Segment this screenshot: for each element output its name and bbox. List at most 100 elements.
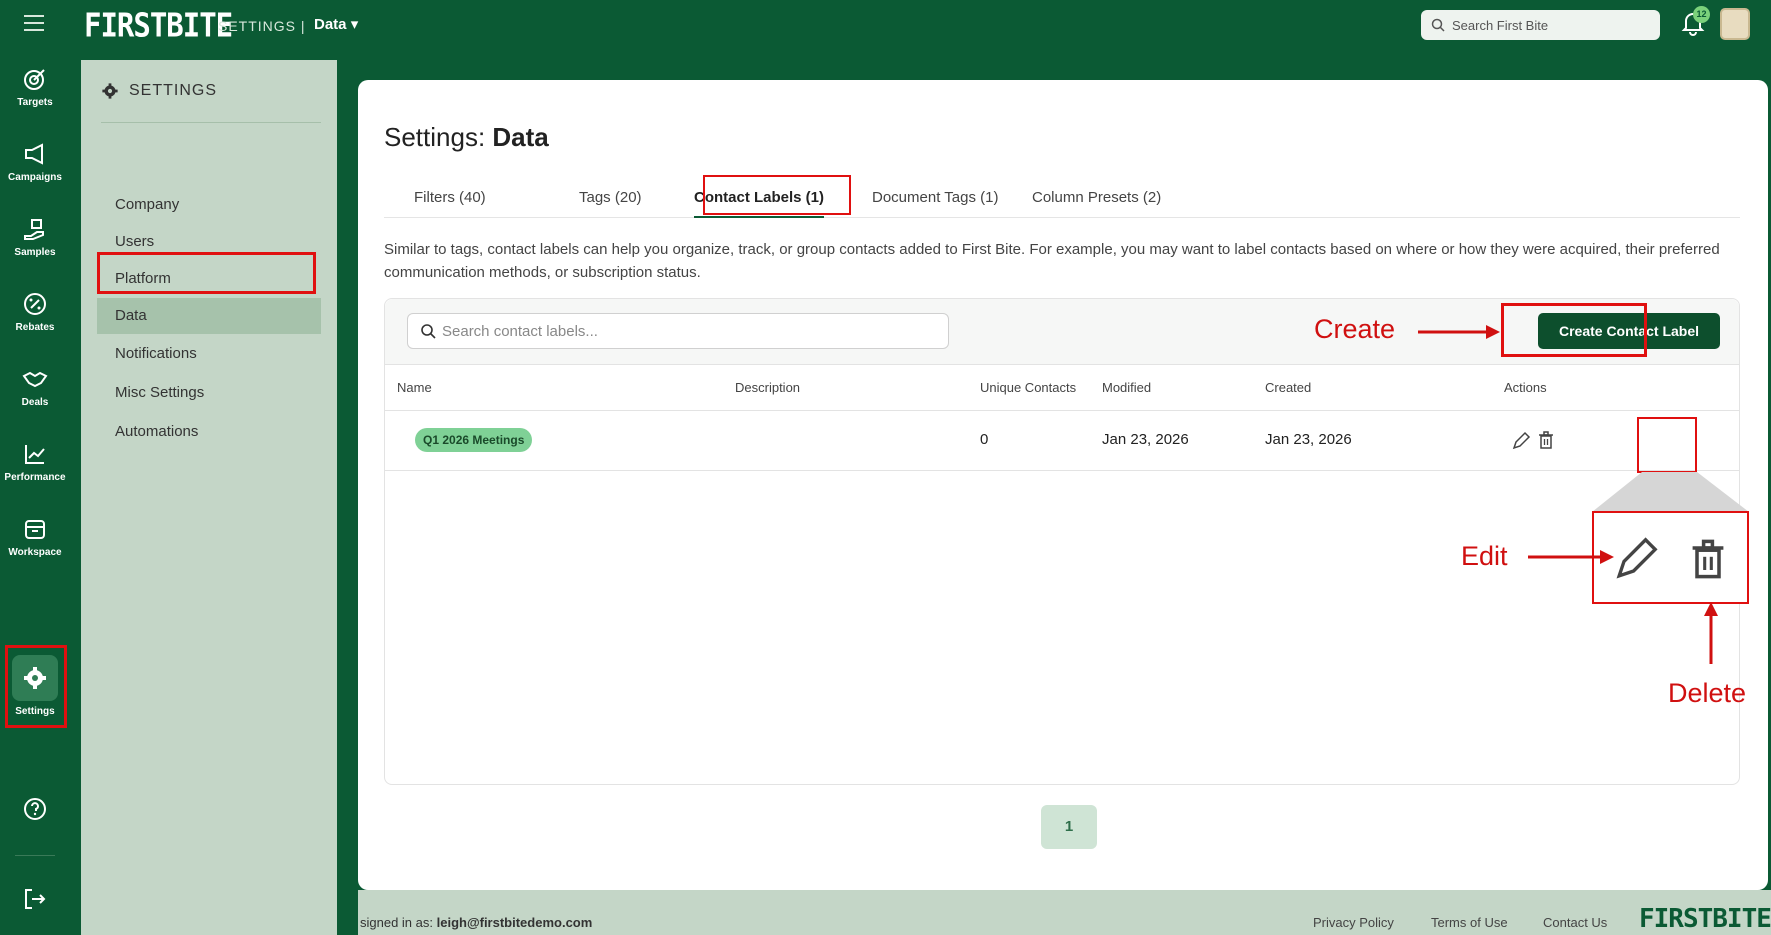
tab-bar: Filters (40) Tags (20) Contact Labels (1… [384,180,1740,218]
rail-label: Deals [21,397,49,408]
tab-contact-labels[interactable]: Contact Labels (1) [694,180,825,218]
megaphone-icon [25,143,43,165]
row-created: Jan 23, 2026 [1265,431,1352,448]
rail-item-workspace[interactable]: Workspace [0,516,70,580]
settings-sidebar: SETTINGS Company Users Platform Data Not… [81,60,337,935]
settings-heading-label: SETTINGS [129,82,218,99]
table-row[interactable]: Q1 2026 Meetings 0 Jan 23, 2026 Jan 23, … [385,411,1739,471]
search-icon [1431,18,1445,32]
global-search-input[interactable]: Search First Bite [1421,10,1660,40]
global-search-placeholder: Search First Bite [1452,17,1549,33]
column-header-name[interactable]: Name [397,380,432,395]
signed-in-user: leigh@firstbitedemo.com [436,915,593,930]
page-title-prefix: Settings: [384,122,493,152]
footer-logo: FIRSTBITE [1639,904,1771,934]
page-title-bold: Data [492,122,549,152]
create-contact-label-button[interactable]: Create Contact Label [1538,313,1720,349]
search-contact-labels-input[interactable]: Search contact labels... [407,313,949,349]
tab-filters[interactable]: Filters (40) [414,180,486,218]
column-header-created[interactable]: Created [1265,380,1311,395]
app-logo[interactable]: FIRSTBITE [84,5,233,44]
sidebar-item-misc-settings[interactable]: Misc Settings [81,375,319,411]
privacy-policy-link[interactable]: Privacy Policy [1313,915,1394,930]
inbox-icon [25,520,45,539]
chart-line-icon [25,445,45,464]
sidebar-item-automations[interactable]: Automations [81,414,319,450]
column-header-actions: Actions [1504,380,1547,395]
caret-down-icon: ▾ [350,16,359,33]
handshake-icon [22,371,48,388]
contact-us-link[interactable]: Contact Us [1543,915,1607,930]
rail-label: Performance [4,472,66,483]
rail-item-targets[interactable]: Targets [0,66,70,130]
row-unique-contacts: 0 [980,431,989,448]
rail-divider [15,855,55,856]
contact-label-pill[interactable]: Q1 2026 Meetings [415,428,533,452]
rail-label: Targets [17,97,53,108]
sidebar-item-company[interactable]: Company [81,187,319,223]
trash-icon[interactable] [1536,430,1556,450]
rail-item-deals[interactable]: Deals [0,366,70,430]
left-rail: Targets Campaigns Samples Rebates Deals … [0,60,70,935]
terms-of-use-link[interactable]: Terms of Use [1431,915,1508,930]
search-contact-labels-placeholder: Search contact labels... [442,322,598,340]
edit-pencil-icon [1616,537,1658,579]
rail-item-settings[interactable]: Settings [0,655,70,719]
gear-icon [102,83,118,99]
annotation-delete-label: Delete [1668,678,1747,708]
tab-column-presets[interactable]: Column Presets (2) [1032,180,1161,218]
annotation-edit-label: Edit [1461,541,1508,571]
signed-in-as: signed in as: leigh@firstbitedemo.com [360,915,592,930]
sidebar-item-users[interactable]: Users [81,224,319,260]
breadcrumb-label: Data [314,16,347,33]
pagination-page-1[interactable]: 1 [1041,805,1097,849]
logout-icon[interactable] [22,886,48,912]
page-title: Settings: Data [384,122,549,153]
tab-tags[interactable]: Tags (20) [579,180,642,218]
rail-item-rebates[interactable]: Rebates [0,291,70,355]
sidebar-divider [101,122,321,123]
tab-document-tags[interactable]: Document Tags (1) [872,180,998,218]
column-header-unique-contacts[interactable]: Unique Contacts [980,380,1076,395]
breadcrumb-dropdown[interactable]: Data ▾ [314,15,358,33]
section-label: SETTINGS | [218,18,306,34]
arrow-right-icon [1528,550,1614,564]
gear-icon [24,667,46,689]
arrow-right-icon [1418,325,1500,339]
sidebar-item-notifications[interactable]: Notifications [81,336,319,372]
trash-icon [1692,539,1724,579]
footer: signed in as: leigh@firstbitedemo.com Pr… [358,890,1771,935]
target-icon [24,69,45,90]
main-panel: Settings: Data Filters (40) Tags (20) Co… [358,80,1768,890]
contact-labels-table: Search contact labels... Create Contact … [384,298,1740,785]
row-modified: Jan 23, 2026 [1102,431,1189,448]
table-toolbar: Search contact labels... Create Contact … [385,299,1739,365]
rail-label: Workspace [8,547,62,558]
avatar[interactable] [1720,8,1750,40]
rail-label: Campaigns [8,172,62,183]
hand-box-icon [24,219,44,240]
annotation-create-label: Create [1314,314,1396,344]
search-icon [421,324,436,339]
percent-badge-icon [24,293,46,315]
rail-label: Samples [14,247,56,258]
rail-item-campaigns[interactable]: Campaigns [0,141,70,205]
column-header-description[interactable]: Description [735,380,800,395]
settings-heading: SETTINGS [101,82,217,100]
arrow-up-icon [1704,602,1718,664]
zoom-callout-wedge [1592,472,1749,512]
notification-badge: 12 [1693,6,1710,23]
rail-label: Settings [15,706,55,717]
help-icon[interactable] [22,796,48,822]
menu-icon[interactable] [22,12,52,36]
edit-pencil-icon[interactable] [1511,431,1531,451]
sidebar-item-data[interactable]: Data [97,298,321,334]
table-header: Name Description Unique Contacts Modifie… [385,365,1739,411]
section-description: Similar to tags, contact labels can help… [384,241,1720,281]
rail-item-samples[interactable]: Samples [0,216,70,280]
column-header-modified[interactable]: Modified [1102,380,1151,395]
rail-item-performance[interactable]: Performance [0,441,70,505]
rail-label: Rebates [15,322,55,333]
sidebar-item-platform[interactable]: Platform [81,261,319,297]
signed-in-prefix: signed in as: [360,915,437,930]
